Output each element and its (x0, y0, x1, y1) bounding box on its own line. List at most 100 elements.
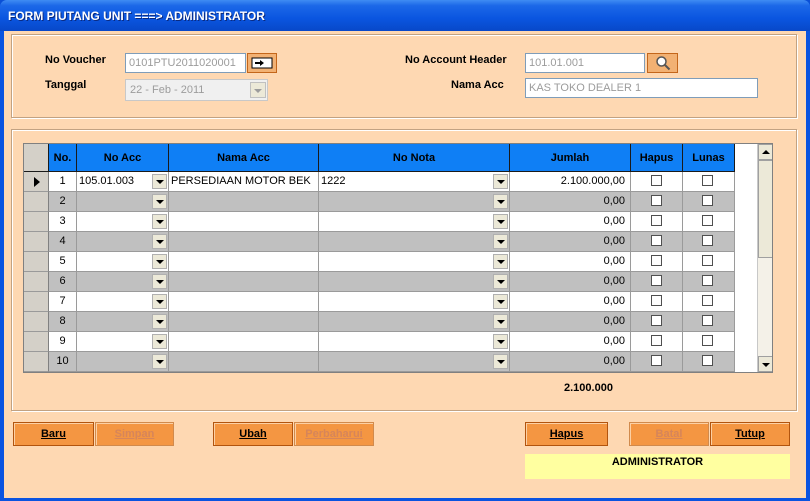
no-acc-cell[interactable] (77, 332, 169, 352)
no-nota-cell[interactable] (319, 332, 510, 352)
no-cell[interactable]: 7 (49, 292, 77, 312)
voucher-lookup-button[interactable] (247, 53, 277, 73)
lunas-cell[interactable] (683, 312, 735, 332)
row-selector[interactable] (24, 212, 49, 232)
jumlah-cell[interactable]: 0,00 (510, 292, 631, 312)
column-header-nama-acc[interactable]: Nama Acc (169, 144, 319, 172)
row-selector[interactable] (24, 232, 49, 252)
row-selector[interactable] (24, 312, 49, 332)
chevron-down-icon[interactable] (493, 234, 508, 249)
table-row[interactable]: 2 0,00 (24, 192, 758, 212)
perbaharui-button[interactable]: Perbaharui (294, 422, 374, 446)
chevron-down-icon[interactable] (493, 354, 508, 369)
column-header-hapus[interactable]: Hapus (631, 144, 683, 172)
hapus-checkbox[interactable] (651, 295, 662, 306)
nama-acc-cell[interactable] (169, 192, 319, 212)
title-bar[interactable]: FORM PIUTANG UNIT ===> ADMINISTRATOR (0, 0, 810, 31)
chevron-down-icon[interactable] (493, 334, 508, 349)
no-cell[interactable]: 10 (49, 352, 77, 372)
scroll-down-button[interactable] (758, 356, 772, 372)
chevron-down-icon[interactable] (152, 294, 167, 309)
chevron-down-icon[interactable] (250, 82, 266, 98)
jumlah-cell[interactable]: 0,00 (510, 332, 631, 352)
nama-acc-cell[interactable] (169, 332, 319, 352)
chevron-down-icon[interactable] (493, 294, 508, 309)
no-nota-cell[interactable] (319, 212, 510, 232)
hapus-checkbox[interactable] (651, 255, 662, 266)
no-acc-cell[interactable] (77, 312, 169, 332)
chevron-down-icon[interactable] (152, 334, 167, 349)
account-search-button[interactable] (647, 53, 678, 73)
row-selector[interactable] (24, 192, 49, 212)
hapus-cell[interactable] (631, 272, 683, 292)
table-row[interactable]: 3 0,00 (24, 212, 758, 232)
no-acc-cell[interactable]: 105.01.003 (77, 172, 169, 192)
hapus-checkbox[interactable] (651, 175, 662, 186)
no-cell[interactable]: 8 (49, 312, 77, 332)
table-row[interactable]: 8 0,00 (24, 312, 758, 332)
scroll-up-button[interactable] (758, 144, 772, 160)
row-selector[interactable] (24, 252, 49, 272)
no-acc-cell[interactable] (77, 252, 169, 272)
lunas-cell[interactable] (683, 352, 735, 372)
jumlah-cell[interactable]: 0,00 (510, 272, 631, 292)
lunas-checkbox[interactable] (702, 275, 713, 286)
chevron-down-icon[interactable] (493, 314, 508, 329)
jumlah-cell[interactable]: 0,00 (510, 312, 631, 332)
no-cell[interactable]: 1 (49, 172, 77, 192)
no-acc-cell[interactable] (77, 292, 169, 312)
hapus-checkbox[interactable] (651, 355, 662, 366)
chevron-down-icon[interactable] (152, 234, 167, 249)
hapus-cell[interactable] (631, 212, 683, 232)
hapus-checkbox[interactable] (651, 235, 662, 246)
baru-button[interactable]: Baru (13, 422, 94, 446)
no-cell[interactable]: 2 (49, 192, 77, 212)
no-nota-cell[interactable] (319, 192, 510, 212)
hapus-cell[interactable] (631, 352, 683, 372)
jumlah-cell[interactable]: 0,00 (510, 352, 631, 372)
no-nota-cell[interactable] (319, 292, 510, 312)
nama-acc-cell[interactable] (169, 212, 319, 232)
chevron-down-icon[interactable] (493, 174, 508, 189)
lunas-checkbox[interactable] (702, 335, 713, 346)
table-row[interactable]: 7 0,00 (24, 292, 758, 312)
no-cell[interactable]: 4 (49, 232, 77, 252)
jumlah-cell[interactable]: 0,00 (510, 212, 631, 232)
nama-acc-cell[interactable] (169, 292, 319, 312)
hapus-checkbox[interactable] (651, 195, 662, 206)
nama-acc-cell[interactable]: PERSEDIAAN MOTOR BEK (169, 172, 319, 192)
chevron-down-icon[interactable] (152, 194, 167, 209)
lunas-cell[interactable] (683, 272, 735, 292)
nama-acc-cell[interactable] (169, 352, 319, 372)
vertical-scrollbar[interactable] (757, 144, 772, 372)
chevron-down-icon[interactable] (493, 194, 508, 209)
chevron-down-icon[interactable] (152, 254, 167, 269)
lunas-cell[interactable] (683, 252, 735, 272)
lunas-cell[interactable] (683, 192, 735, 212)
table-row[interactable]: 5 0,00 (24, 252, 758, 272)
chevron-down-icon[interactable] (152, 174, 167, 189)
hapus-cell[interactable] (631, 172, 683, 192)
data-grid[interactable]: No. No Acc Nama Acc No Nota Jumlah Hapus… (23, 143, 773, 373)
row-selector[interactable] (24, 332, 49, 352)
nama-acc-cell[interactable] (169, 232, 319, 252)
no-cell[interactable]: 6 (49, 272, 77, 292)
scroll-thumb[interactable] (758, 160, 772, 258)
chevron-down-icon[interactable] (152, 354, 167, 369)
nama-acc-cell[interactable] (169, 272, 319, 292)
no-cell[interactable]: 5 (49, 252, 77, 272)
row-selector[interactable] (24, 172, 49, 192)
lunas-checkbox[interactable] (702, 315, 713, 326)
lunas-cell[interactable] (683, 212, 735, 232)
table-row[interactable]: 1 105.01.003 PERSEDIAAN MOTOR BEK 1222 2.100… (24, 172, 758, 192)
hapus-cell[interactable] (631, 232, 683, 252)
nama-acc-cell[interactable] (169, 312, 319, 332)
hapus-checkbox[interactable] (651, 275, 662, 286)
chevron-down-icon[interactable] (493, 274, 508, 289)
chevron-down-icon[interactable] (152, 214, 167, 229)
no-nota-cell[interactable]: 1222 (319, 172, 510, 192)
chevron-down-icon[interactable] (493, 254, 508, 269)
hapus-cell[interactable] (631, 312, 683, 332)
hapus-checkbox[interactable] (651, 335, 662, 346)
tanggal-date-picker[interactable]: 22 - Feb - 2011 (125, 79, 268, 101)
